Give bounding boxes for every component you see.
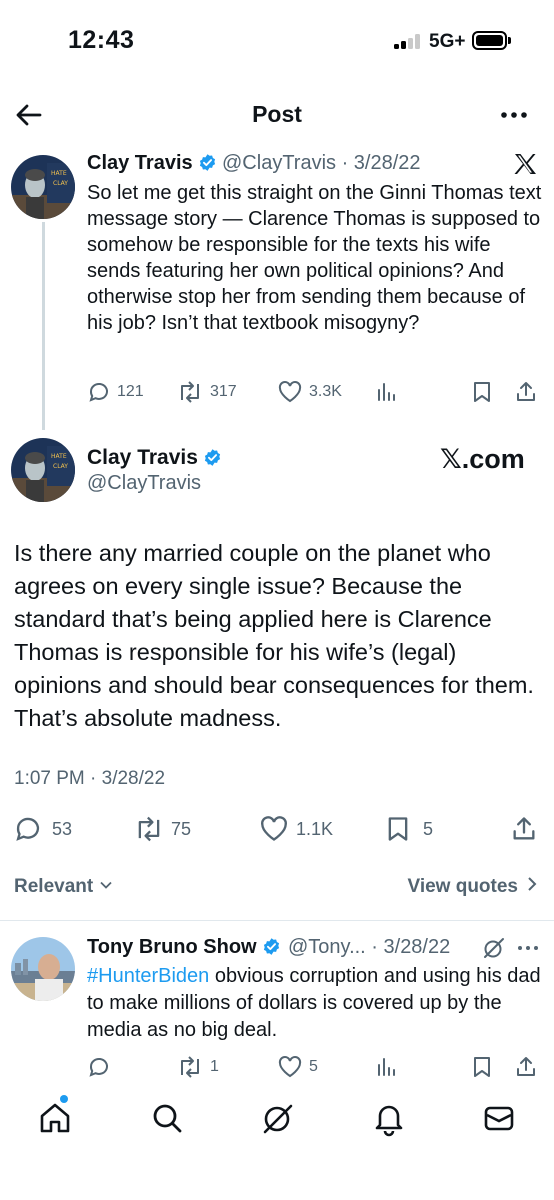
share-icon <box>514 1055 538 1079</box>
share-button[interactable] <box>514 1055 538 1079</box>
chevron-right-icon <box>526 876 538 898</box>
tweet-text: #HunterBiden obvious corruption and usin… <box>87 965 541 1041</box>
avatar[interactable] <box>11 937 75 1001</box>
repost-icon <box>176 380 204 404</box>
share-icon <box>514 380 538 404</box>
bookmark-button[interactable] <box>471 380 493 404</box>
bookmark-button[interactable] <box>471 1055 493 1079</box>
page-title: Post <box>252 101 302 127</box>
verified-icon <box>198 153 217 172</box>
grok-icon[interactable] <box>482 936 506 960</box>
like-button[interactable]: 3.3K <box>277 380 342 404</box>
x-logo-icon <box>512 151 538 177</box>
tweet-timestamp[interactable]: 1:07 PM · 3/28/22 <box>14 768 165 790</box>
reply-icon <box>87 1055 111 1079</box>
views-button[interactable] <box>375 380 399 404</box>
reply-button[interactable]: 53 <box>14 815 72 843</box>
thread-line <box>42 222 45 430</box>
reply-button[interactable]: 121 <box>87 380 144 404</box>
network-label: 5G+ <box>429 31 466 52</box>
repost-button[interactable]: 1 <box>176 1055 219 1079</box>
bookmark-icon <box>471 380 493 404</box>
verified-icon <box>203 448 222 467</box>
more-icon[interactable] <box>515 936 541 960</box>
reply-icon <box>87 380 111 404</box>
author-name[interactable]: Clay Travis <box>87 152 217 175</box>
like-button[interactable]: 5 <box>277 1055 318 1079</box>
chevron-down-icon <box>99 876 113 898</box>
home-icon[interactable] <box>35 1098 75 1138</box>
avatar[interactable]: HATE CLAY <box>11 155 75 219</box>
signal-icon <box>394 33 424 49</box>
views-button[interactable] <box>375 1055 399 1079</box>
svg-text:HATE: HATE <box>51 170 67 177</box>
x-com-watermark: 𝕏.com <box>440 444 525 474</box>
author-meta[interactable]: @Tony... · 3/28/22 <box>288 936 450 959</box>
like-icon <box>258 815 290 843</box>
grok-tab-icon[interactable] <box>258 1098 298 1138</box>
bookmark-icon <box>471 1055 493 1079</box>
battery-tip <box>508 37 511 44</box>
reply-icon <box>14 815 42 843</box>
share-icon <box>510 815 538 843</box>
author-handle[interactable]: @ClayTravis <box>87 472 201 495</box>
svg-text:CLAY: CLAY <box>53 463 68 470</box>
repost-button[interactable]: 75 <box>133 815 191 843</box>
svg-text:HATE: HATE <box>51 453 67 460</box>
repost-button[interactable]: 317 <box>176 380 237 404</box>
notifications-icon[interactable] <box>369 1098 409 1138</box>
author-meta[interactable]: @ClayTravis · 3/28/22 <box>222 152 421 175</box>
views-icon <box>375 1055 399 1079</box>
verified-icon <box>262 937 281 956</box>
divider <box>0 920 554 921</box>
like-icon <box>277 380 303 404</box>
repost-icon <box>176 1055 204 1079</box>
view-quotes-link[interactable]: View quotes <box>407 876 538 898</box>
messages-icon[interactable] <box>479 1098 519 1138</box>
battery-icon <box>472 31 507 50</box>
status-bar: 12:43 5G+ <box>0 0 554 80</box>
author-name[interactable]: Clay Travis <box>87 446 222 470</box>
bookmark-button[interactable]: 5 <box>385 815 433 843</box>
share-button[interactable] <box>514 380 538 404</box>
repost-icon <box>133 815 165 843</box>
like-icon <box>277 1055 303 1079</box>
status-time: 12:43 <box>68 26 135 54</box>
sort-dropdown[interactable]: Relevant <box>14 876 113 898</box>
tweet-text: Is there any married couple on the plane… <box>14 540 534 731</box>
views-icon <box>375 380 399 404</box>
reply-button[interactable] <box>87 1055 111 1079</box>
hashtag-link[interactable]: #HunterBiden <box>87 965 209 987</box>
svg-text:CLAY: CLAY <box>53 180 68 187</box>
bottom-tab-bar <box>0 1090 554 1146</box>
author-name[interactable]: Tony Bruno Show <box>87 936 281 959</box>
bookmark-icon <box>385 815 411 843</box>
header: Post <box>0 90 554 140</box>
more-icon[interactable] <box>496 100 532 130</box>
avatar[interactable]: HATE CLAY <box>11 438 75 502</box>
notification-dot <box>60 1095 68 1103</box>
share-button[interactable] <box>510 815 538 843</box>
like-button[interactable]: 1.1K <box>258 815 333 843</box>
tweet-text: So let me get this straight on the Ginni… <box>87 182 542 334</box>
search-icon[interactable] <box>147 1098 187 1138</box>
